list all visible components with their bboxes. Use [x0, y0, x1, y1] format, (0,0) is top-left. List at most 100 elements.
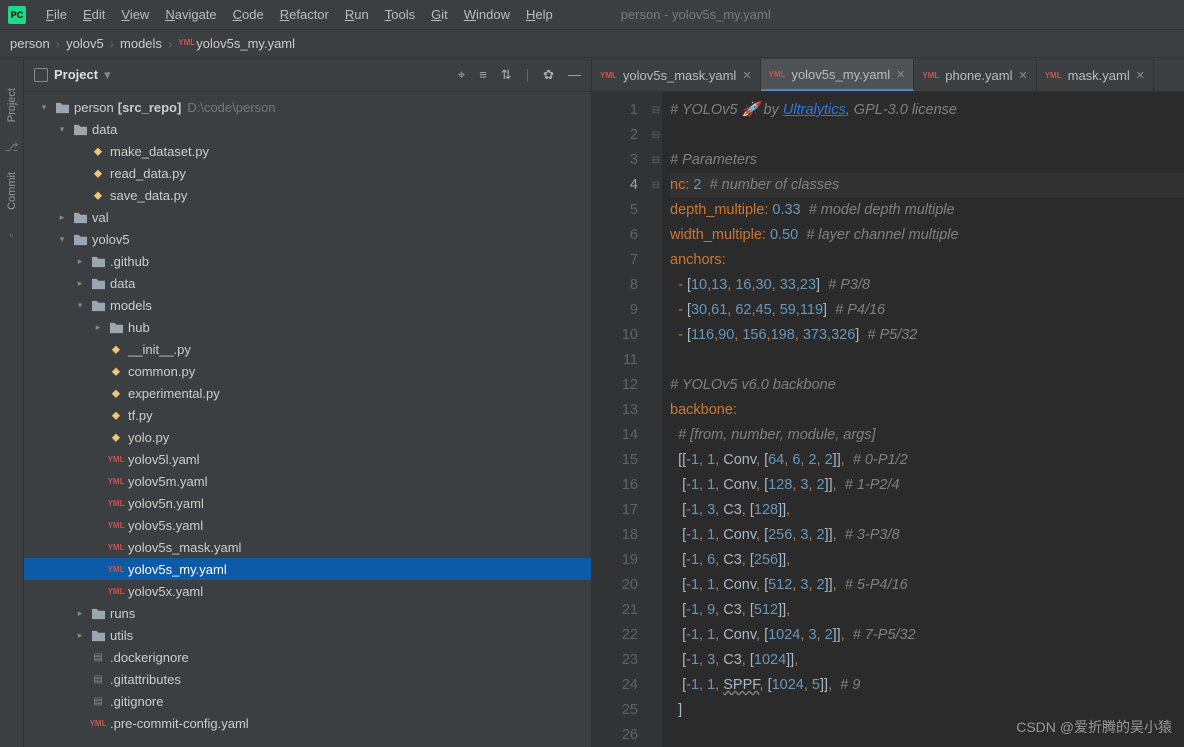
minimize-icon[interactable]: — [568, 67, 581, 83]
menu-navigate[interactable]: Navigate [157, 7, 224, 22]
gear-icon[interactable]: ✿ [543, 67, 554, 83]
tree-item[interactable]: ⬥make_dataset.py [24, 140, 591, 162]
tree-item[interactable]: ▸ val [24, 206, 591, 228]
project-tree[interactable]: ▾person[src_repo]D:\code\person▾data⬥mak… [24, 92, 591, 747]
project-sidebar: Project ▾ ⌖ ≡ ⇅ | ✿ — ▾person[src_repo]D… [24, 58, 592, 747]
menu-run[interactable]: Run [337, 7, 377, 22]
tree-item[interactable]: YMLyolov5n.yaml [24, 492, 591, 514]
titlebar: PC FileEditViewNavigateCodeRefactorRunTo… [0, 0, 1184, 30]
menu-view[interactable]: View [113, 7, 157, 22]
chevron-down-icon[interactable]: ▾ [104, 67, 111, 83]
editor-tab[interactable]: YMLyolov5s_mask.yaml✕ [592, 59, 761, 91]
tree-label: experimental.py [128, 386, 220, 401]
tree-item[interactable]: ⬥tf.py [24, 404, 591, 426]
commit-tool-tab[interactable]: Commit [6, 172, 18, 210]
folder-icon [90, 627, 106, 643]
chevron-icon[interactable]: ▸ [74, 278, 86, 289]
tree-item[interactable]: ⬥read_data.py [24, 162, 591, 184]
close-icon[interactable]: ✕ [1136, 69, 1145, 82]
chevron-icon[interactable]: ▸ [56, 212, 68, 223]
tree-label: yolov5m.yaml [128, 474, 207, 489]
close-icon[interactable]: ✕ [1019, 69, 1028, 82]
menu-refactor[interactable]: Refactor [272, 7, 337, 22]
chevron-icon[interactable]: ▾ [56, 234, 68, 245]
chevron-icon[interactable]: ▸ [74, 630, 86, 641]
chevron-icon[interactable]: ▾ [38, 102, 50, 113]
tab-label: phone.yaml [945, 68, 1012, 83]
tree-item[interactable]: ⬥experimental.py [24, 382, 591, 404]
tree-item[interactable]: ▸data [24, 272, 591, 294]
chevron-right-icon: › [56, 36, 60, 51]
project-tool-tab[interactable]: Project [6, 88, 18, 122]
yaml-file-icon: YML [922, 71, 939, 80]
menu-file[interactable]: File [38, 7, 75, 22]
breadcrumb-item[interactable]: yolov5s_my.yaml [196, 36, 295, 51]
gutter[interactable]: 1234567891011121314151617181920212223242… [592, 92, 650, 747]
expand-icon[interactable]: ≡ [479, 67, 487, 83]
tree-label: val [92, 210, 109, 225]
menu-code[interactable]: Code [225, 7, 272, 22]
tree-item[interactable]: ▤.gitattributes [24, 668, 591, 690]
chevron-icon[interactable]: ▾ [74, 300, 86, 311]
tree-label: common.py [128, 364, 195, 379]
close-icon[interactable]: ✕ [896, 68, 905, 81]
fold-column[interactable]: ⊟⊟⊟⊟ [650, 92, 662, 747]
tree-item[interactable]: ▸utils [24, 624, 591, 646]
tree-item[interactable]: ▸hub [24, 316, 591, 338]
menu-window[interactable]: Window [456, 7, 518, 22]
tree-item[interactable]: ▾models [24, 294, 591, 316]
menu-edit[interactable]: Edit [75, 7, 113, 22]
folder-icon [72, 209, 88, 225]
yaml-file-icon: YML [1045, 71, 1062, 80]
tree-item[interactable]: YMLyolov5m.yaml [24, 470, 591, 492]
tree-label: tf.py [128, 408, 153, 423]
tree-item[interactable]: YMLyolov5s.yaml [24, 514, 591, 536]
tree-item[interactable]: ▾person[src_repo]D:\code\person [24, 96, 591, 118]
editor[interactable]: 1234567891011121314151617181920212223242… [592, 92, 1184, 747]
editor-tab[interactable]: YMLyolov5s_my.yaml✕ [761, 59, 915, 91]
chevron-icon[interactable]: ▾ [56, 124, 68, 135]
tree-item[interactable]: YMLyolov5x.yaml [24, 580, 591, 602]
chevron-right-icon: › [168, 36, 172, 51]
py-icon: ⬥ [108, 363, 124, 379]
tree-label: make_dataset.py [110, 144, 209, 159]
tree-item[interactable]: ⬥ common.py [24, 360, 591, 382]
editor-tab[interactable]: YML phone.yaml ✕ [914, 59, 1036, 91]
left-rail: Project ⎇ Commit ◦ [0, 58, 24, 747]
chevron-icon[interactable]: ▸ [92, 322, 104, 333]
py-icon: ⬥ [108, 341, 124, 357]
menu-git[interactable]: Git [423, 7, 456, 22]
tree-item[interactable]: YML yolov5s_mask.yaml [24, 536, 591, 558]
breadcrumb-item[interactable]: yolov5 [66, 36, 104, 51]
tree-item[interactable]: ▾yolov5 [24, 228, 591, 250]
collapse-icon[interactable]: ⇅ [501, 67, 512, 83]
chevron-icon[interactable]: ▸ [74, 256, 86, 267]
menu-tools[interactable]: Tools [377, 7, 423, 22]
tree-item[interactable]: ▸.github [24, 250, 591, 272]
tree-item[interactable]: ▸runs [24, 602, 591, 624]
code-content[interactable]: # YOLOv5 🚀 by Ultralytics, GPL-3.0 licen… [662, 92, 1184, 747]
tree-item[interactable]: ▤.gitignore [24, 690, 591, 712]
tree-item[interactable]: ▾data [24, 118, 591, 140]
yaml-file-icon: YML [178, 38, 192, 50]
tree-label: .pre-commit-config.yaml [110, 716, 249, 731]
tree-item[interactable]: YML.pre-commit-config.yaml [24, 712, 591, 734]
folder-icon [90, 297, 106, 313]
tree-item[interactable]: YMLyolov5s_my.yaml [24, 558, 591, 580]
tree-item[interactable]: ⬥save_data.py [24, 184, 591, 206]
tree-item[interactable]: ⬥__init__.py [24, 338, 591, 360]
yaml-icon: YML [108, 539, 124, 555]
tree-item[interactable]: ▤.dockerignore [24, 646, 591, 668]
tree-item[interactable]: YMLyolov5l.yaml [24, 448, 591, 470]
tree-label: yolov5s_mask.yaml [128, 540, 241, 555]
chevron-icon[interactable]: ▸ [74, 608, 86, 619]
editor-tab[interactable]: YMLmask.yaml✕ [1037, 59, 1154, 91]
menu-help[interactable]: Help [518, 7, 561, 22]
window-title: person - yolov5s_my.yaml [621, 7, 771, 22]
close-icon[interactable]: ✕ [742, 69, 751, 82]
folder-icon [90, 605, 106, 621]
tree-item[interactable]: ⬥yolo.py [24, 426, 591, 448]
breadcrumb-item[interactable]: person [10, 36, 50, 51]
breadcrumb-item[interactable]: models [120, 36, 162, 51]
locate-icon[interactable]: ⌖ [458, 67, 465, 83]
